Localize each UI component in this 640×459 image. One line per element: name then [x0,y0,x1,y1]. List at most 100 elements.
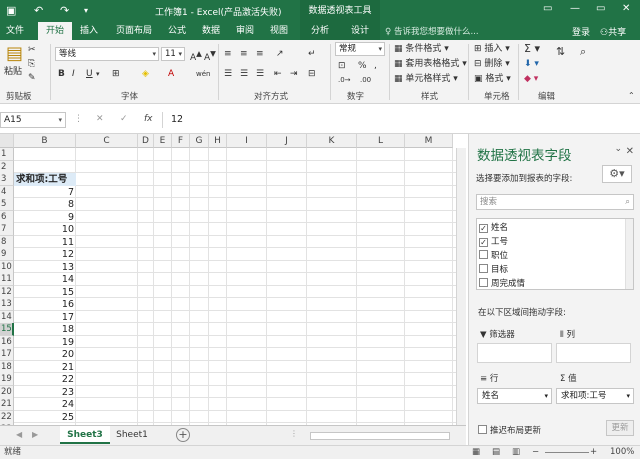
select-all-corner[interactable] [0,134,14,148]
value-cell[interactable]: 17 [14,311,76,324]
paste-label[interactable]: 粘贴 [4,66,22,78]
redo-icon[interactable]: ↷ [60,4,69,17]
prev-sheet-icon[interactable]: ◀ [16,430,22,439]
column-header[interactable]: F [172,134,190,148]
value-cell[interactable]: 21 [14,361,76,374]
row-header[interactable]: 22 [0,410,14,424]
gear-icon[interactable]: ⚙▾ [602,165,632,183]
value-cell[interactable]: 11 [14,236,76,249]
update-button[interactable]: 更新 [606,420,634,436]
tell-me-search[interactable]: ♀ 告诉我您想要做什么... [385,25,479,37]
percent-icon[interactable]: % [358,60,367,72]
row-header[interactable]: 11 [0,273,14,286]
tab-data[interactable]: 数据 [196,22,226,40]
value-cell[interactable]: 19 [14,336,76,349]
tab-analyze[interactable]: 分析 [300,22,340,40]
close-icon[interactable]: ✕ [626,146,634,157]
column-header[interactable]: H [209,134,227,148]
paste-icon[interactable]: ▤ [6,44,23,64]
row-header[interactable]: 10 [0,260,14,274]
ribbon-display-icon[interactable]: ▭ [543,3,552,14]
pane-options-icon[interactable]: ⌄ [614,144,622,154]
row-header[interactable]: 2 [0,160,14,174]
insert-cells-button[interactable]: ⊞ 插入 ▾ [474,43,510,55]
value-cell[interactable]: 8 [14,198,76,211]
value-cell[interactable]: 9 [14,211,76,224]
tab-home[interactable]: 开始 [38,22,72,40]
underline-icon[interactable]: U [86,68,93,80]
zoom-in-icon[interactable]: + [590,446,597,459]
row-header[interactable]: 8 [0,235,14,249]
column-header[interactable]: D [138,134,154,148]
increase-font-icon[interactable]: A▲ [190,48,202,64]
font-size-select[interactable]: 11 ▾ [161,47,185,61]
value-cell[interactable]: 25 [14,411,76,424]
accounting-icon[interactable]: ⊡ [338,60,346,72]
copy-icon[interactable]: ⎘ [28,58,35,70]
merge-center-icon[interactable]: ⊟ [308,68,316,80]
row-header[interactable]: 12 [0,285,14,299]
value-cell[interactable]: 24 [14,398,76,411]
tab-view[interactable]: 视图 [264,22,294,40]
value-cell[interactable]: 12 [14,248,76,261]
value-cell[interactable]: 18 [14,323,76,336]
row-header[interactable]: 13 [0,298,14,311]
collapse-ribbon-icon[interactable]: ⌃ [628,90,635,102]
checkbox-icon[interactable] [479,250,488,259]
decrease-decimal-icon[interactable]: .00 [360,74,371,86]
value-cell[interactable]: 7 [14,186,76,199]
phonetic-icon[interactable]: wén [196,68,210,80]
filters-drop-area[interactable] [477,343,552,363]
decrease-indent-icon[interactable]: ⇤ [274,68,282,80]
tab-review[interactable]: 审阅 [230,22,260,40]
sign-in-link[interactable]: 登录 [572,25,590,38]
value-cell[interactable]: 13 [14,261,76,274]
row-header[interactable]: 9 [0,248,14,261]
values-field-sum[interactable]: 求和项:工号 ▾ [556,388,634,404]
normal-view-icon[interactable]: ▦ [472,446,480,459]
value-cell[interactable]: 22 [14,373,76,386]
tab-insert[interactable]: 插入 [74,22,104,40]
cut-icon[interactable]: ✂ [28,44,36,56]
value-cell[interactable]: 20 [14,348,76,361]
wrap-text-icon[interactable]: ↵ [308,48,316,60]
font-name-select[interactable]: 等线 ▾ [55,47,159,61]
rows-field-name[interactable]: 姓名 ▾ [477,388,552,404]
column-header[interactable]: L [357,134,405,148]
row-header[interactable]: 6 [0,210,14,224]
column-header[interactable]: G [190,134,209,148]
row-header[interactable]: 7 [0,223,14,236]
find-select-icon[interactable]: ⌕ [580,46,586,58]
page-layout-view-icon[interactable]: ▤ [492,446,500,459]
vertical-scrollbar[interactable] [456,148,466,425]
comma-icon[interactable]: , [374,60,377,72]
row-header[interactable]: 1 [0,148,14,161]
fill-color-icon[interactable]: ◈ [142,68,149,80]
field-item[interactable]: ✓ 姓名 [479,222,508,235]
sheet-tab-sheet1[interactable]: Sheet1 [110,426,154,444]
cell-styles-button[interactable]: ▦ 单元格样式 ▾ [394,73,458,85]
row-header[interactable]: 5 [0,198,14,211]
tab-page-layout[interactable]: 页面布局 [108,22,160,40]
row-header[interactable]: 17 [0,348,14,361]
next-sheet-icon[interactable]: ▶ [32,430,38,439]
align-center-icon[interactable]: ☰ [240,68,248,80]
column-header[interactable]: M [405,134,453,148]
worksheet-grid[interactable]: B C D E F G H I J K L M 1 2 3 4 5 6 7 8 9 10 11 12 13 14 15 16 17 18 1… [0,134,466,425]
bold-icon[interactable]: B [58,68,65,80]
field-search-input[interactable]: 搜索 ⌕ [476,194,634,210]
conditional-format-button[interactable]: ▦ 条件格式 ▾ [394,43,449,55]
font-color-icon[interactable]: A [168,68,174,80]
formula-input[interactable]: 12 [162,112,640,128]
close-button[interactable]: ✕ [622,3,630,14]
column-header[interactable]: E [154,134,172,148]
align-left-icon[interactable]: ☰ [224,68,232,80]
increase-indent-icon[interactable]: ⇥ [290,68,298,80]
delete-cells-button[interactable]: ⊟ 删除 ▾ [474,58,510,70]
checkbox-checked-icon[interactable]: ✓ [479,238,488,247]
name-box[interactable]: A15 ▾ [0,112,66,128]
align-bottom-icon[interactable]: ≡ [256,48,264,60]
value-cell[interactable]: 16 [14,298,76,311]
format-cells-button[interactable]: ▣ 格式 ▾ [474,73,511,85]
tab-design[interactable]: 设计 [340,22,380,40]
